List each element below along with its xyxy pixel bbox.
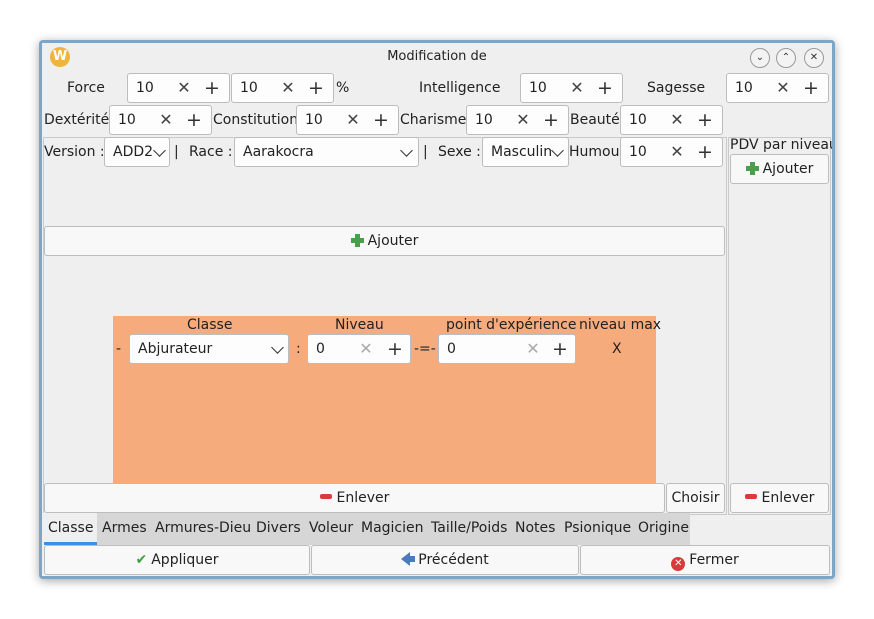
close-window-icon[interactable]: ✕ [804,48,824,68]
close-button[interactable]: ✕ Fermer [580,545,830,575]
sagesse-label: Sagesse [647,80,706,96]
previous-button[interactable]: Précédent [311,545,579,575]
row-dash: - [116,341,122,357]
choose-button[interactable]: Choisir [666,483,725,513]
close-red-icon: ✕ [671,557,686,571]
version-label: Version : [44,144,105,160]
plus-icon[interactable]: + [550,337,570,361]
humour-label: Humour [569,144,626,160]
dexterite-label: Dextérité [44,112,110,128]
plus-icon[interactable]: + [184,108,204,132]
plus-icon[interactable]: + [371,108,391,132]
niveau-max-value: X [612,341,622,357]
clear-icon[interactable]: ✕ [523,338,543,360]
pdv-label: PDV par niveau [730,137,832,153]
maximize-icon[interactable]: ⌃ [776,48,796,68]
intelligence-label: Intelligence [419,80,501,96]
title-bar: W Modification de ⌄ ⌃ ✕ [42,43,832,71]
minus-red-icon [319,494,332,499]
sexe-label: Sexe : [438,144,481,160]
plus-icon[interactable]: + [541,108,561,132]
tab-classe[interactable]: Classe [48,513,93,543]
class-select[interactable]: Abjurateur [129,334,289,364]
force-label: Force [67,80,105,96]
header-classe: Classe [187,317,233,333]
window-frame: W Modification de ⌄ ⌃ ✕ Force 10 ✕ + 10 … [39,40,835,579]
tab-notes[interactable]: Notes [515,513,555,543]
intelligence-spinbox[interactable]: 10 ✕ + [520,73,623,103]
force-spinbox[interactable]: 10 ✕ + [127,73,230,103]
clear-icon[interactable]: ✕ [174,77,194,99]
pdv-panel [728,137,831,515]
beaute-label: Beauté [570,112,620,128]
tab-voleur[interactable]: Voleur [309,513,353,543]
arrow-left-icon [401,552,416,566]
clear-icon[interactable]: ✕ [773,77,793,99]
niveau-spinbox[interactable]: 0 ✕ + [307,334,411,364]
clear-icon[interactable]: ✕ [356,338,376,360]
minus-red-icon [744,494,757,499]
version-select[interactable]: ADD2 [104,137,170,167]
chevron-down-icon [153,144,166,157]
tab-armures-dieu[interactable]: Armures-Dieu [155,513,251,543]
row-colon: : [296,341,301,357]
header-niveau-max: niveau max [579,317,662,333]
plus-icon[interactable]: + [306,76,326,100]
plus-icon[interactable]: + [202,76,222,100]
chevron-down-icon [271,341,284,354]
sexe-select[interactable]: Masculin [482,137,569,167]
plus-icon[interactable]: + [385,337,405,361]
clear-icon[interactable]: ✕ [156,109,176,131]
plus-icon[interactable]: + [695,140,715,164]
tab-taille-poids[interactable]: Taille/Poids [431,513,507,543]
remove-class-button[interactable]: Enlever [44,483,665,513]
constitution-spinbox[interactable]: 10 ✕ + [296,105,399,135]
dexterite-spinbox[interactable]: 10 ✕ + [109,105,212,135]
percent-label: % [336,80,350,96]
charisme-spinbox[interactable]: 10 ✕ + [466,105,569,135]
apply-button[interactable]: ✔ Appliquer [44,545,310,575]
add-class-button[interactable]: Ajouter [44,226,725,256]
plus-green-icon [745,162,759,175]
tab-origine[interactable]: Origine [638,513,689,543]
header-xp: point d'expérience [446,317,577,333]
plus-icon[interactable]: + [801,76,821,100]
tab-magicien[interactable]: Magicien [361,513,424,543]
clear-icon[interactable]: ✕ [343,109,363,131]
tab-armes[interactable]: Armes [102,513,147,543]
clear-icon[interactable]: ✕ [667,109,687,131]
tab-psionique[interactable]: Psionique [564,513,631,543]
separator: | [174,144,179,160]
chevron-down-icon [551,144,564,157]
xp-spinbox[interactable]: 0 ✕ + [438,334,576,364]
plus-green-icon [350,234,364,247]
clear-icon[interactable]: ✕ [667,141,687,163]
row-equals: -=- [414,341,436,357]
beaute-spinbox[interactable]: 10 ✕ + [620,105,723,135]
plus-icon[interactable]: + [695,108,715,132]
sagesse-spinbox[interactable]: 10 ✕ + [726,73,829,103]
humour-spinbox[interactable]: 10 ✕ + [620,137,723,167]
race-label: Race : [189,144,233,160]
clear-icon[interactable]: ✕ [567,77,587,99]
check-icon: ✔ [135,552,148,568]
pdv-remove-button[interactable]: Enlever [730,483,829,513]
race-select[interactable]: Aarakocra [234,137,419,167]
pdv-add-button[interactable]: Ajouter [730,154,829,184]
constitution-label: Constitution [213,112,299,128]
main-window: W Modification de ⌄ ⌃ ✕ Force 10 ✕ + 10 … [42,43,832,576]
plus-icon[interactable]: + [595,76,615,100]
minimize-icon[interactable]: ⌄ [750,48,770,68]
tab-divers[interactable]: Divers [256,513,301,543]
clear-icon[interactable]: ✕ [278,77,298,99]
header-niveau: Niveau [335,317,384,333]
window-title: Modification de [387,49,487,64]
force-percent-spinbox[interactable]: 10 ✕ + [231,73,334,103]
separator: | [423,144,428,160]
chevron-down-icon [400,144,413,157]
charisme-label: Charisme [400,112,467,128]
clear-icon[interactable]: ✕ [513,109,533,131]
